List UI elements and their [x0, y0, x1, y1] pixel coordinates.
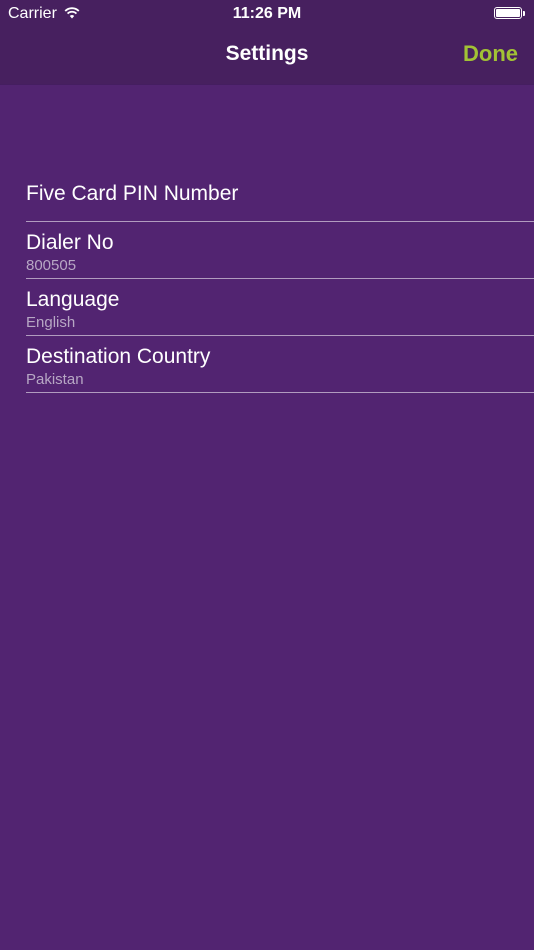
settings-row-dialer[interactable]: Dialer No 800505 [26, 222, 534, 279]
settings-row-value: Pakistan [26, 371, 84, 388]
page-title: Settings [225, 42, 309, 65]
battery-icon [494, 7, 522, 19]
navigation-bar: Settings Done [0, 28, 534, 84]
battery-cap [523, 11, 525, 16]
settings-row-title: Destination Country [26, 345, 211, 368]
settings-row-title: Language [26, 288, 120, 311]
status-bar: Carrier 11:26 PM [0, 0, 534, 28]
settings-row-language[interactable]: Language English [26, 279, 534, 336]
status-time: 11:26 PM [232, 5, 302, 22]
settings-row-pin[interactable]: Five Card PIN Number [26, 165, 534, 222]
settings-row-destination[interactable]: Destination Country Pakistan [26, 336, 534, 393]
done-button[interactable]: Done [463, 41, 518, 67]
settings-row-title: Five Card PIN Number [26, 182, 239, 205]
settings-row-value: 800505 [26, 257, 77, 274]
settings-row-value: English [26, 314, 76, 331]
settings-row-title: Dialer No [26, 231, 114, 254]
settings-list: Five Card PIN Number Dialer No 800505 La… [0, 165, 534, 393]
